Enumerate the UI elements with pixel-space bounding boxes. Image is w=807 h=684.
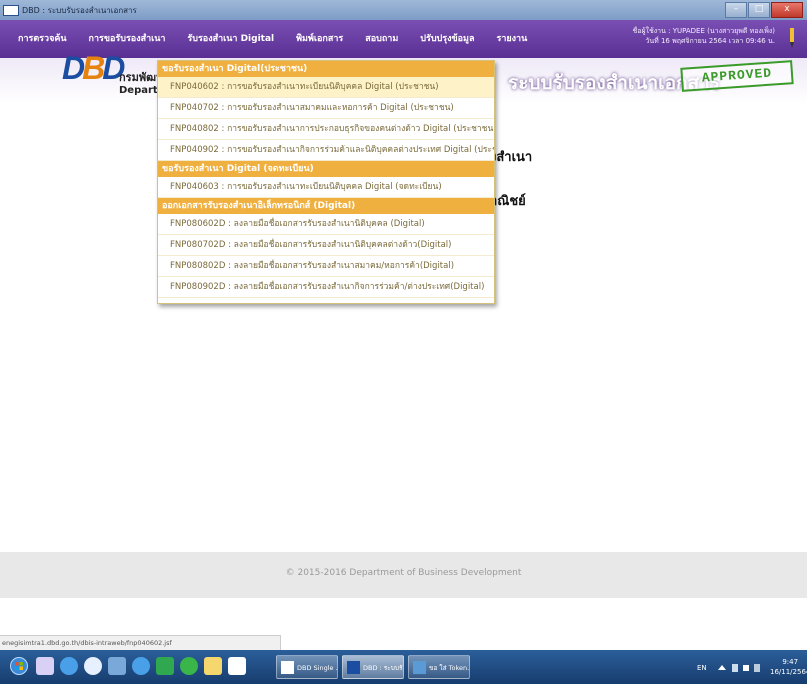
dropdown-item-fnp080902d[interactable]: FNP080902D : ลงลายมือชื่อเอกสารรับรองสำเ…: [158, 277, 494, 298]
window-titlebar: DBD : ระบบรับรองสำเนาเอกสาร – □ x: [0, 0, 807, 20]
taskbar-dbd-single[interactable]: DBD Single ...: [276, 655, 338, 679]
window-title: DBD : ระบบรับรองสำเนาเอกสาร: [22, 6, 137, 15]
media-icon[interactable]: [108, 657, 126, 675]
language-indicator[interactable]: EN: [697, 664, 707, 672]
close-button[interactable]: x: [771, 2, 803, 18]
dropdown-item-fnp040602[interactable]: FNP040602 : การขอรับรองสำเนาทะเบียนนิติบ…: [158, 77, 494, 98]
outlook-icon[interactable]: [36, 657, 54, 675]
main-menu: การตรวจค้น การขอรับรองสำเนา รับรองสำเนา …: [18, 31, 549, 45]
dropdown-item-fnp040702[interactable]: FNP040702 : การขอรับรองสำเนาสมาคมและหอกา…: [158, 98, 494, 119]
page-heading-line1: งสำเนา: [490, 150, 533, 165]
ie-alt-icon[interactable]: [132, 657, 150, 675]
pen-icon[interactable]: [787, 28, 797, 48]
word-icon: [413, 661, 426, 674]
digital-certify-dropdown: ขอรับรองสำเนา Digital(ประชาชน) FNP040602…: [157, 60, 495, 304]
notepad-icon[interactable]: [228, 657, 246, 675]
session-datetime: วันที่ 16 พฤศจิกายน 2564 เวลา 09:46 น.: [645, 37, 775, 45]
system-clock[interactable]: 9:47 16/11/2564: [770, 657, 807, 677]
dbd-icon: [347, 661, 360, 674]
taskbar-dbd-active[interactable]: DBD : ระบบรั...: [342, 655, 404, 679]
menu-update-data[interactable]: ปรับปรุงข้อมูล: [420, 31, 474, 45]
dropdown-item-fnp080802d[interactable]: FNP080802D : ลงลายมือชื่อเอกสารรับรองสำเ…: [158, 256, 494, 277]
taskbar-token[interactable]: ขอ ใส่ Token...: [408, 655, 470, 679]
menu-report[interactable]: รายงาน: [496, 31, 527, 45]
chrome-icon[interactable]: [84, 657, 102, 675]
dbd-logo: DBD: [62, 50, 125, 86]
user-name: ชื่อผู้ใช้งาน : YUPADEE (นางสาวยุพดี ทอง…: [632, 27, 775, 35]
menu-print-document[interactable]: พิมพ์เอกสาร: [296, 31, 343, 45]
dropdown-section-registration: ขอรับรองสำเนา Digital (จดทะเบียน): [158, 161, 494, 177]
line-icon[interactable]: [180, 657, 198, 675]
dropdown-item-fnp080602d[interactable]: FNP080602D : ลงลายมือชื่อเอกสารรับรองสำเ…: [158, 214, 494, 235]
page-footer: © 2015-2016 Department of Business Devel…: [0, 552, 807, 598]
user-info: ชื่อผู้ใช้งาน : YUPADEE (นางสาวยุพดี ทอง…: [633, 26, 775, 46]
menu-digital-certify[interactable]: รับรองสำเนา Digital: [187, 31, 274, 45]
dropdown-section-electronic: ออกเอกสารรับรองสำเนาอิเล็กทรอนิกส์ (Digi…: [158, 198, 494, 214]
dropdown-item-fnp040902[interactable]: FNP040902 : การขอรับรองสำเนากิจการร่วมค้…: [158, 140, 494, 161]
dropdown-item-fnp080702d[interactable]: FNP080702D : ลงลายมือชื่อเอกสารรับรองสำเ…: [158, 235, 494, 256]
start-orb-icon[interactable]: [10, 657, 28, 675]
dropdown-item-fnp040603[interactable]: FNP040603 : การขอรับรองสำเนาทะเบียนนิติบ…: [158, 177, 494, 198]
menu-search[interactable]: การตรวจค้น: [18, 31, 67, 45]
clock-time: 9:47: [782, 658, 799, 666]
app-icon: [3, 5, 19, 16]
clock-date: 16/11/2564: [770, 668, 807, 676]
copyright-text: © 2015-2016 Department of Business Devel…: [285, 568, 522, 578]
menu-inquiry[interactable]: สอบถาม: [365, 31, 398, 45]
menu-request-copy[interactable]: การขอรับรองสำเนา: [89, 31, 166, 45]
minimize-button[interactable]: –: [725, 2, 747, 18]
browser-status-url: enegisimtra1.dbd.go.th/dbis-intraweb/fnp…: [0, 635, 281, 650]
dropdown-section-public: ขอรับรองสำเนา Digital(ประชาชน): [158, 61, 494, 77]
tray-icons[interactable]: [716, 662, 764, 674]
windows-taskbar: DBD Single ... DBD : ระบบรั... ขอ ใส่ To…: [0, 650, 807, 684]
folder-icon[interactable]: [204, 657, 222, 675]
ie-icon[interactable]: [60, 657, 78, 675]
maximize-button[interactable]: □: [748, 2, 770, 18]
dropdown-item-fnp040802[interactable]: FNP040802 : การขอรับรองสำเนาการประกอบธุร…: [158, 119, 494, 140]
window-controls: – □ x: [724, 2, 803, 18]
document-icon: [281, 661, 294, 674]
page-heading-line2: าณิชย์: [490, 194, 526, 209]
messenger-icon[interactable]: [156, 657, 174, 675]
